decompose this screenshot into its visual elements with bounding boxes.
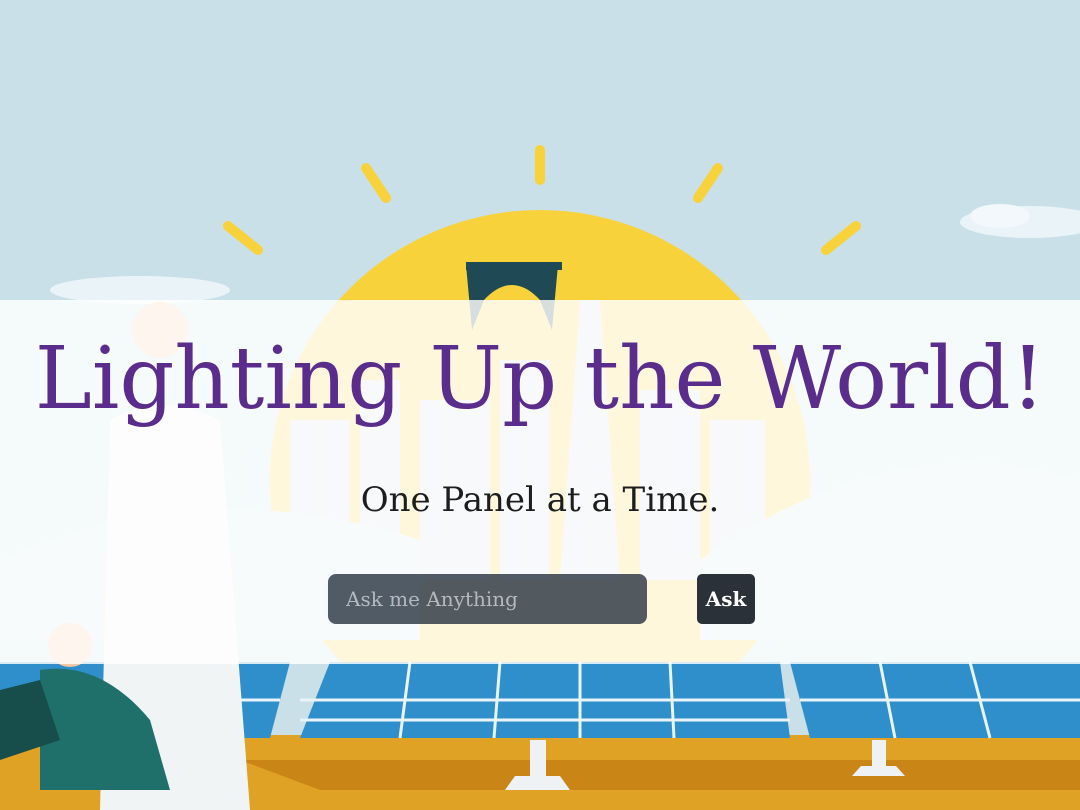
hero-section: Lighting Up the World! One Panel at a Ti… <box>0 0 1080 810</box>
ask-button[interactable]: Ask <box>697 574 755 624</box>
ask-input[interactable] <box>328 574 647 624</box>
hero-title: Lighting Up the World! <box>34 329 1046 429</box>
hero-subtitle: One Panel at a Time. <box>360 480 720 520</box>
